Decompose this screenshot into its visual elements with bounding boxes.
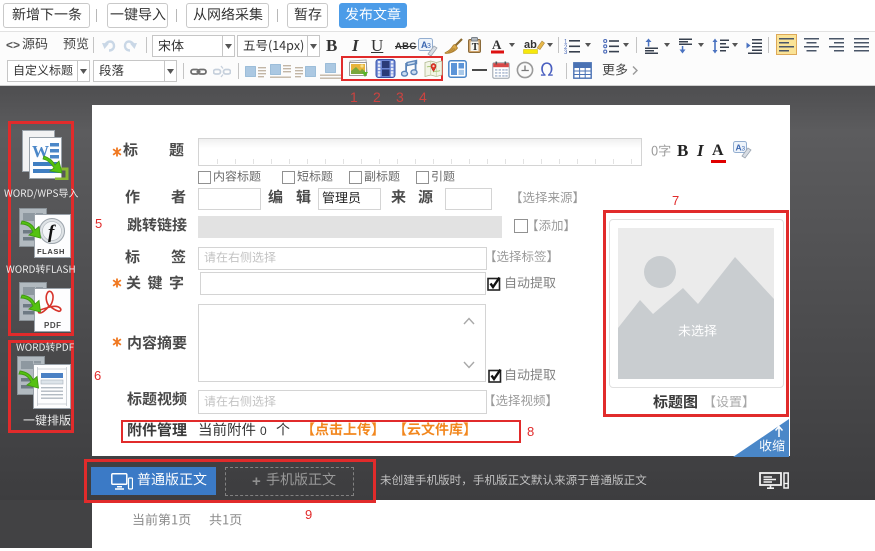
svg-text:A: A	[492, 37, 502, 52]
svg-text:T: T	[472, 42, 479, 53]
svg-text:3: 3	[564, 50, 568, 54]
svg-text:FLASH: FLASH	[37, 247, 65, 256]
svg-text:ab: ab	[524, 39, 537, 51]
svg-text:PDF: PDF	[44, 321, 62, 330]
svg-text:3: 3	[742, 146, 746, 153]
svg-text:3: 3	[427, 43, 431, 50]
